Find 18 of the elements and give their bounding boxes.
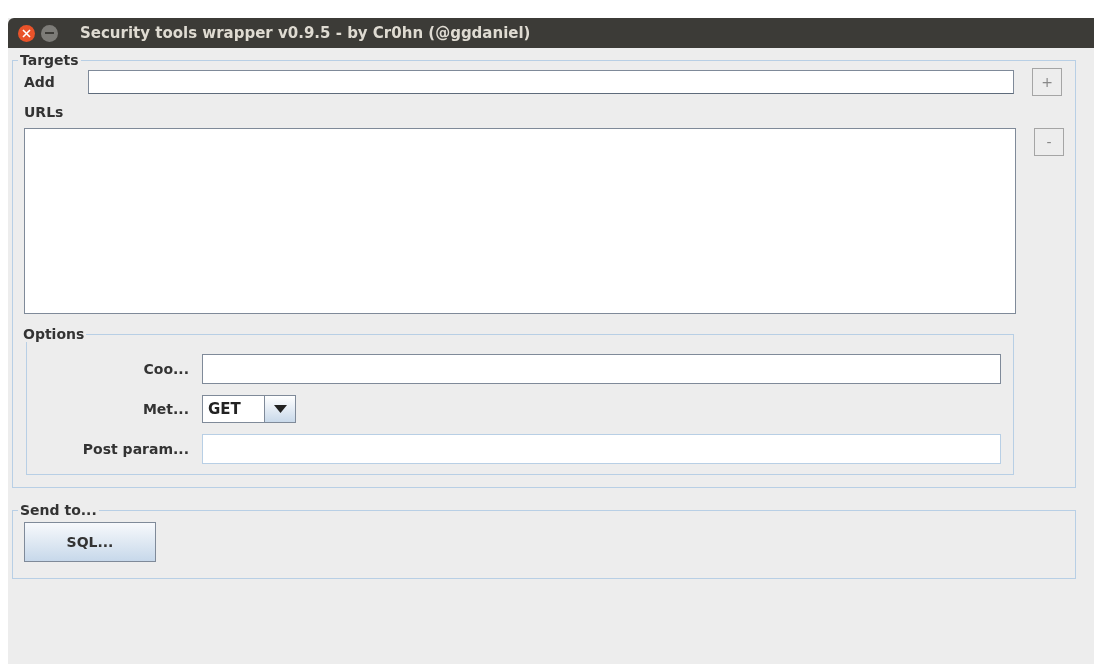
add-target-field[interactable]: [88, 70, 1014, 94]
method-dropdown[interactable]: GET: [202, 395, 296, 423]
section-title: Options: [22, 326, 86, 342]
field-label: Coo...: [142, 361, 190, 377]
input-field[interactable]: [202, 354, 1001, 384]
field-label: URLs: [24, 104, 65, 120]
section-title: Send to...: [19, 502, 98, 518]
field-label: Post param...: [81, 441, 190, 457]
sql-button[interactable]: SQL...: [24, 522, 156, 562]
minimize-button[interactable]: [41, 24, 58, 42]
caret-icon: [273, 405, 287, 413]
section-title: Targets: [19, 52, 80, 68]
close-button[interactable]: [18, 24, 35, 42]
field-label: Met...: [141, 401, 190, 417]
field-label: Add: [24, 74, 56, 90]
minimize-icon: [45, 32, 54, 34]
window-title: Security tools wrapper v0.9.5 - by Cr0hn (@ggdaniel): [80, 24, 531, 42]
close-icon: [22, 28, 31, 38]
